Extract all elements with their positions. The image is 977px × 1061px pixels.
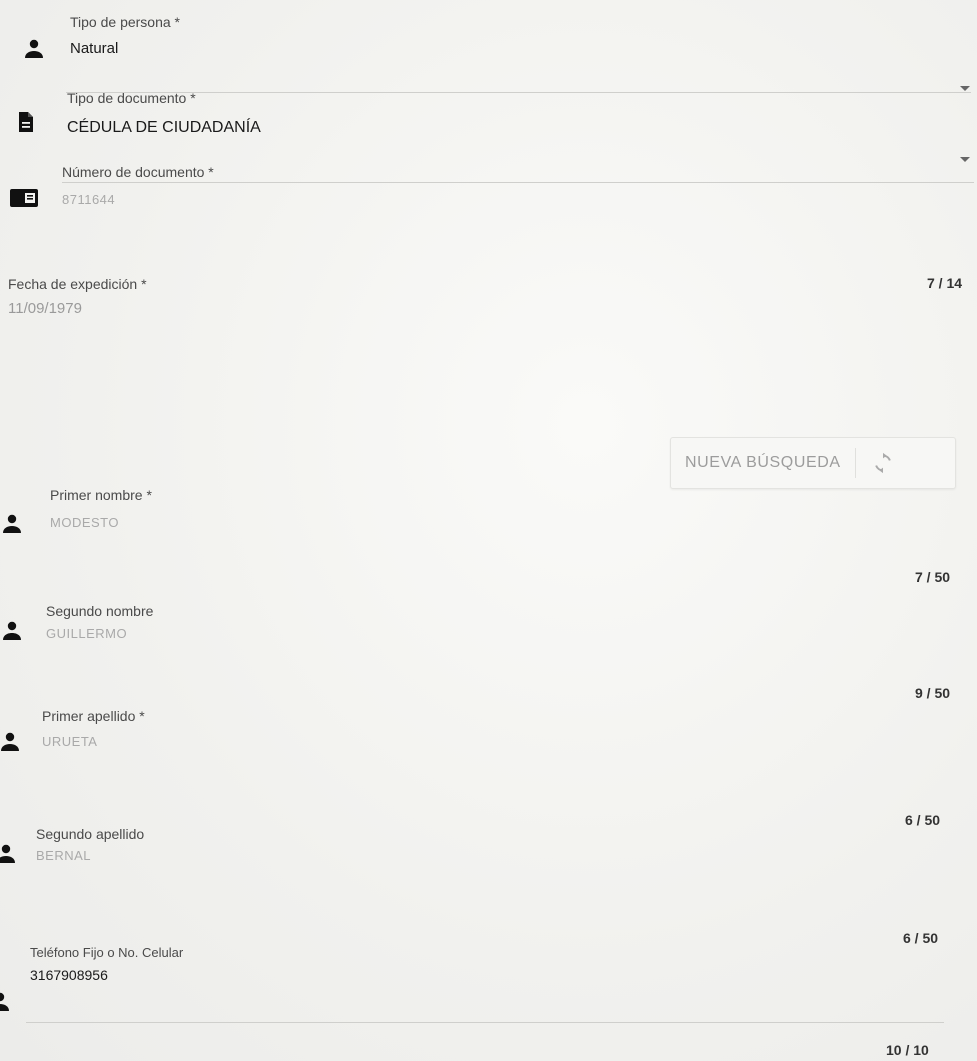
numero-documento-label: Número de documento * xyxy=(62,164,214,180)
tipo-documento-value[interactable]: CÉDULA DE CIUDADANÍA xyxy=(67,119,261,137)
fecha-expedicion-label: Fecha de expedición * xyxy=(8,276,147,292)
numero-documento-field[interactable]: Número de documento * 8711644 7 / 14 xyxy=(0,160,977,291)
numero-documento-counter: 7 / 14 xyxy=(927,275,963,291)
nueva-busqueda-label: NUEVA BÚSQUEDA xyxy=(685,454,841,471)
fecha-expedicion-field[interactable]: Fecha de expedición * 11/09/1979 xyxy=(0,265,600,325)
telefono-counter: 10 / 10 xyxy=(886,1042,929,1058)
person-icon xyxy=(3,621,21,640)
tipo-persona-label: Tipo de persona * xyxy=(70,14,180,30)
primer-nombre-value[interactable]: MODESTO xyxy=(50,515,119,530)
segundo-apellido-field[interactable]: Segundo apellido BERNAL 6 / 50 xyxy=(0,818,977,946)
person-icon xyxy=(0,992,9,1011)
id-card-icon xyxy=(10,189,38,207)
tipo-persona-value[interactable]: Natural xyxy=(70,40,118,57)
tipo-documento-label: Tipo de documento * xyxy=(67,90,196,106)
person-icon xyxy=(0,844,15,863)
segundo-nombre-counter: 9 / 50 xyxy=(915,685,951,701)
segundo-nombre-label: Segundo nombre xyxy=(46,603,154,619)
primer-nombre-counter: 7 / 50 xyxy=(915,569,951,585)
person-icon xyxy=(3,514,21,533)
tipo-persona-field[interactable]: Tipo de persona * Natural xyxy=(0,0,977,93)
person-icon xyxy=(25,39,43,58)
telefono-underline xyxy=(26,1022,944,1023)
person-icon xyxy=(1,732,19,751)
numero-documento-value[interactable]: 8711644 xyxy=(62,192,115,207)
primer-nombre-field[interactable]: Primer nombre * MODESTO 7 / 50 xyxy=(0,480,977,585)
segundo-nombre-field[interactable]: Segundo nombre GUILLERMO 9 / 50 xyxy=(0,595,977,701)
segundo-apellido-value[interactable]: BERNAL xyxy=(36,848,91,863)
segundo-apellido-counter: 6 / 50 xyxy=(903,930,939,946)
segundo-apellido-label: Segundo apellido xyxy=(36,826,145,842)
primer-apellido-label: Primer apellido * xyxy=(42,708,145,724)
primer-nombre-label: Primer nombre * xyxy=(50,487,152,503)
primer-apellido-value[interactable]: URUETA xyxy=(42,734,97,749)
refresh-icon[interactable] xyxy=(856,452,910,474)
telefono-value[interactable]: 3167908956 xyxy=(30,967,108,983)
fecha-expedicion-value[interactable]: 11/09/1979 xyxy=(8,300,82,317)
primer-apellido-field[interactable]: Primer apellido * URUETA 6 / 50 xyxy=(0,700,977,828)
document-icon xyxy=(19,112,33,132)
telefono-label: Teléfono Fijo o No. Celular xyxy=(30,945,184,960)
telefono-field[interactable]: Teléfono Fijo o No. Celular 3167908956 1… xyxy=(0,945,977,1058)
segundo-nombre-value[interactable]: GUILLERMO xyxy=(46,626,127,641)
